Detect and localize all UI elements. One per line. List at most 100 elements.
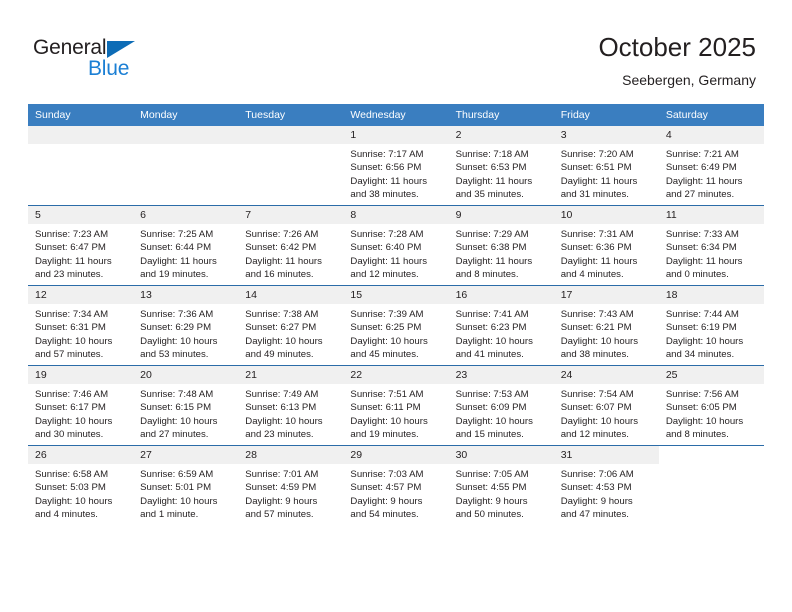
- daylight-text-line2: and 19 minutes.: [350, 428, 419, 440]
- daylight-text-line1: Daylight: 9 hours: [350, 495, 423, 507]
- calendar-day-cell[interactable]: 1 Sunrise: 7:17 AM Sunset: 6:56 PM Daylight…: [343, 126, 449, 206]
- daylight-text-line1: Daylight: 10 hours: [560, 415, 639, 427]
- sunrise-text: Sunrise: 7:01 AM: [245, 469, 319, 480]
- calendar-day-cell[interactable]: 16 Sunrise: 7:41 AM Sunset: 6:23 PM Dayligh…: [448, 285, 554, 366]
- calendar-day-cell[interactable]: 2 Sunrise: 7:18 AM Sunset: 6:53 PM Daylight…: [448, 126, 554, 206]
- calendar-day-cell[interactable]: 21 Sunrise: 7:49 AM Sunset: 6:13 PM Dayligh…: [238, 365, 344, 446]
- daylight-text-line1: Daylight: 10 hours: [35, 335, 113, 347]
- calendar-day-cell[interactable]: 27 Sunrise: 6:59 AM Sunset: 5:01 PM Dayligh…: [133, 445, 239, 525]
- weekday-header-monday: Monday: [133, 104, 239, 126]
- calendar-day-cell[interactable]: 31 Sunrise: 7:06 AM Sunset: 4:53 PM Dayligh…: [553, 445, 659, 525]
- day-cell-content: 21 Sunrise: 7:49 AM Sunset: 6:13 PM Dayligh…: [238, 366, 344, 445]
- calendar-header-row: Sunday Monday Tuesday Wednesday Thursday…: [28, 104, 764, 126]
- day-cell-content: 22 Sunrise: 7:51 AM Sunset: 6:11 PM Dayligh…: [343, 366, 449, 445]
- calendar-day-cell[interactable]: 14 Sunrise: 7:38 AM Sunset: 6:27 PM Dayligh…: [238, 285, 344, 366]
- day-cell-content: [28, 126, 134, 205]
- general-blue-logo[interactable]: General Blue: [33, 36, 233, 88]
- day-cell-content: 3 Sunrise: 7:20 AM Sunset: 6:51 PM Daylight…: [553, 126, 659, 205]
- daylight-text-line1: Daylight: 10 hours: [665, 335, 744, 347]
- calendar-day-cell[interactable]: 24 Sunrise: 7:54 AM Sunset: 6:07 PM Dayligh…: [553, 365, 659, 446]
- weekday-header-sunday: Sunday: [28, 104, 134, 126]
- day-details: [659, 464, 764, 468]
- sunset-text: Sunset: 6:11 PM: [350, 402, 421, 414]
- daylight-text-line2: and 12 minutes.: [350, 268, 419, 280]
- sunrise-text: Sunrise: 7:46 AM: [35, 389, 109, 400]
- sunset-text: Sunset: 6:05 PM: [665, 402, 737, 414]
- day-details: Sunrise: 7:56 AM Sunset: 6:05 PM Daylight:…: [659, 384, 764, 441]
- daylight-text-line2: and 31 minutes.: [560, 188, 629, 200]
- daylight-text-line2: and 38 minutes.: [560, 348, 629, 360]
- calendar-day-cell[interactable]: 10 Sunrise: 7:31 AM Sunset: 6:36 PM Dayligh…: [553, 205, 659, 286]
- day-details: Sunrise: 7:34 AM Sunset: 6:31 PM Daylight:…: [28, 304, 133, 361]
- weekday-header-wednesday: Wednesday: [343, 104, 449, 126]
- calendar-day-cell[interactable]: [238, 126, 344, 206]
- daylight-text-line2: and 53 minutes.: [140, 348, 209, 360]
- day-number: 15: [343, 286, 449, 304]
- day-details: Sunrise: 7:01 AM Sunset: 4:59 PM Daylight:…: [238, 464, 343, 521]
- calendar-day-cell[interactable]: 11 Sunrise: 7:33 AM Sunset: 6:34 PM Dayligh…: [658, 205, 764, 286]
- sunrise-text: Sunrise: 7:33 AM: [665, 229, 739, 240]
- day-cell-content: 23 Sunrise: 7:53 AM Sunset: 6:09 PM Dayligh…: [448, 366, 554, 445]
- sunrise-text: Sunrise: 7:31 AM: [560, 229, 634, 240]
- calendar-day-cell[interactable]: 6 Sunrise: 7:25 AM Sunset: 6:44 PM Daylight…: [133, 205, 239, 286]
- day-number: [133, 126, 239, 144]
- day-number: 7: [238, 206, 344, 224]
- calendar-day-cell[interactable]: 7 Sunrise: 7:26 AM Sunset: 6:42 PM Daylight…: [238, 205, 344, 286]
- calendar-day-cell[interactable]: 28 Sunrise: 7:01 AM Sunset: 4:59 PM Dayligh…: [238, 445, 344, 525]
- calendar-day-cell[interactable]: 25 Sunrise: 7:56 AM Sunset: 6:05 PM Dayligh…: [658, 365, 764, 446]
- calendar-day-cell[interactable]: 18 Sunrise: 7:44 AM Sunset: 6:19 PM Dayligh…: [658, 285, 764, 366]
- calendar-day-cell[interactable]: 9 Sunrise: 7:29 AM Sunset: 6:38 PM Daylight…: [448, 205, 554, 286]
- calendar-day-cell[interactable]: 5 Sunrise: 7:23 AM Sunset: 6:47 PM Daylight…: [28, 205, 134, 286]
- day-number: 11: [658, 206, 764, 224]
- calendar-day-cell[interactable]: 20 Sunrise: 7:48 AM Sunset: 6:15 PM Dayligh…: [133, 365, 239, 446]
- day-cell-content: 5 Sunrise: 7:23 AM Sunset: 6:47 PM Daylight…: [28, 206, 134, 285]
- sunrise-text: Sunrise: 7:18 AM: [455, 149, 529, 160]
- sunset-text: Sunset: 6:36 PM: [560, 242, 632, 254]
- sunrise-text: Sunrise: 7:03 AM: [350, 469, 424, 480]
- calendar-day-cell[interactable]: 3 Sunrise: 7:20 AM Sunset: 6:51 PM Daylight…: [553, 126, 659, 206]
- day-details: Sunrise: 7:41 AM Sunset: 6:23 PM Daylight:…: [449, 304, 554, 361]
- calendar-day-cell[interactable]: [28, 126, 134, 206]
- day-number: [238, 126, 344, 144]
- calendar-day-cell[interactable]: 30 Sunrise: 7:05 AM Sunset: 4:55 PM Dayligh…: [448, 445, 554, 525]
- calendar-day-cell[interactable]: 19 Sunrise: 7:46 AM Sunset: 6:17 PM Dayligh…: [28, 365, 134, 446]
- calendar-day-cell[interactable]: 4 Sunrise: 7:21 AM Sunset: 6:49 PM Daylight…: [658, 126, 764, 206]
- daylight-text-line2: and 23 minutes.: [245, 428, 314, 440]
- day-details: Sunrise: 7:54 AM Sunset: 6:07 PM Daylight:…: [554, 384, 659, 441]
- day-details: Sunrise: 7:48 AM Sunset: 6:15 PM Daylight:…: [133, 384, 238, 441]
- daylight-text-line2: and 38 minutes.: [350, 188, 419, 200]
- daylight-text-line2: and 47 minutes.: [560, 508, 629, 520]
- sunset-text: Sunset: 6:29 PM: [140, 322, 212, 334]
- calendar-day-cell[interactable]: 23 Sunrise: 7:53 AM Sunset: 6:09 PM Dayligh…: [448, 365, 554, 446]
- sunrise-text: Sunrise: 6:58 AM: [35, 469, 109, 480]
- day-cell-content: 30 Sunrise: 7:05 AM Sunset: 4:55 PM Dayligh…: [448, 446, 554, 525]
- day-details: Sunrise: 7:21 AM Sunset: 6:49 PM Daylight:…: [659, 144, 764, 201]
- calendar-day-cell[interactable]: 8 Sunrise: 7:28 AM Sunset: 6:40 PM Daylight…: [343, 205, 449, 286]
- daylight-text-line1: Daylight: 11 hours: [35, 255, 112, 267]
- calendar-day-cell[interactable]: 26 Sunrise: 6:58 AM Sunset: 5:03 PM Dayligh…: [28, 445, 134, 525]
- sunset-text: Sunset: 4:57 PM: [350, 482, 422, 494]
- daylight-text-line2: and 54 minutes.: [350, 508, 419, 520]
- day-cell-content: 12 Sunrise: 7:34 AM Sunset: 6:31 PM Dayligh…: [28, 286, 134, 365]
- daylight-text-line1: Daylight: 10 hours: [35, 415, 113, 427]
- calendar-day-cell[interactable]: 12 Sunrise: 7:34 AM Sunset: 6:31 PM Dayligh…: [28, 285, 134, 366]
- calendar-day-cell[interactable]: 15 Sunrise: 7:39 AM Sunset: 6:25 PM Dayligh…: [343, 285, 449, 366]
- daylight-text-line1: Daylight: 10 hours: [35, 495, 113, 507]
- sunrise-text: Sunrise: 7:39 AM: [350, 309, 424, 320]
- daylight-text-line1: Daylight: 10 hours: [140, 495, 218, 507]
- sunset-text: Sunset: 6:17 PM: [35, 402, 106, 414]
- daylight-text-line2: and 8 minutes.: [665, 428, 729, 440]
- calendar-day-cell[interactable]: 29 Sunrise: 7:03 AM Sunset: 4:57 PM Dayligh…: [343, 445, 449, 525]
- calendar-day-cell[interactable]: [658, 445, 764, 525]
- day-number: 26: [28, 446, 134, 464]
- day-cell-content: 8 Sunrise: 7:28 AM Sunset: 6:40 PM Daylight…: [343, 206, 449, 285]
- daylight-text-line1: Daylight: 9 hours: [245, 495, 318, 507]
- daylight-text-line2: and 19 minutes.: [140, 268, 209, 280]
- day-cell-content: 1 Sunrise: 7:17 AM Sunset: 6:56 PM Daylight…: [343, 126, 449, 205]
- calendar-day-cell[interactable]: 22 Sunrise: 7:51 AM Sunset: 6:11 PM Dayligh…: [343, 365, 449, 446]
- day-number: 13: [133, 286, 239, 304]
- calendar-day-cell[interactable]: 13 Sunrise: 7:36 AM Sunset: 6:29 PM Dayligh…: [133, 285, 239, 366]
- weekday-header-tuesday: Tuesday: [238, 104, 344, 126]
- calendar-day-cell[interactable]: [133, 126, 239, 206]
- calendar-day-cell[interactable]: 17 Sunrise: 7:43 AM Sunset: 6:21 PM Dayligh…: [553, 285, 659, 366]
